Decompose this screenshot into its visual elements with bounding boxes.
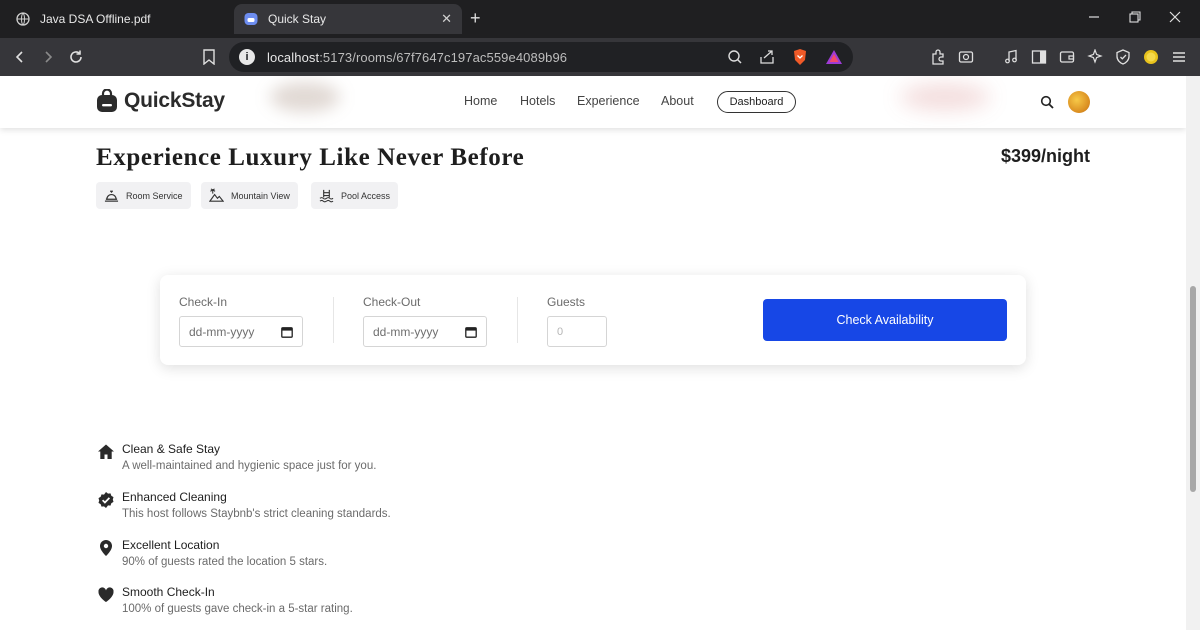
checkin-date-input[interactable]: dd-mm-yyyy xyxy=(179,316,303,347)
tab-title: Quick Stay xyxy=(268,12,327,26)
browser-tab-quickstay[interactable]: Quick Stay ✕ xyxy=(234,4,462,34)
media-icon[interactable] xyxy=(1001,47,1021,67)
feature-title: Enhanced Cleaning xyxy=(122,490,227,504)
field-divider xyxy=(333,297,334,343)
feature-description: This host follows Staybnb's strict clean… xyxy=(122,508,391,520)
location-pin-icon xyxy=(100,540,112,556)
nav-link-experience[interactable]: Experience xyxy=(577,94,640,108)
address-bar[interactable]: i localhost:5173/rooms/67f7647c197ac559e… xyxy=(229,42,853,72)
nav-link-home[interactable]: Home xyxy=(464,94,497,108)
brave-shields-icon[interactable] xyxy=(792,48,808,71)
reload-icon[interactable] xyxy=(66,47,86,67)
nav-link-about[interactable]: About xyxy=(661,94,694,108)
feature-title: Smooth Check-In xyxy=(122,585,215,599)
logo-text: QuickStay xyxy=(124,89,225,112)
room-service-bell-icon xyxy=(104,190,119,202)
extensions-icon[interactable] xyxy=(928,47,948,67)
new-tab-button[interactable]: + xyxy=(470,8,481,28)
feature-description: 90% of guests rated the location 5 stars… xyxy=(122,556,328,568)
calendar-icon[interactable] xyxy=(465,326,477,338)
minimize-icon[interactable] xyxy=(1088,9,1100,27)
feature-description: 100% of guests gave check-in a 5-star ra… xyxy=(122,603,353,615)
check-availability-button[interactable]: Check Availability xyxy=(763,299,1007,341)
zoom-icon[interactable] xyxy=(727,49,743,70)
calendar-icon[interactable] xyxy=(281,326,293,338)
rewards-token-icon[interactable] xyxy=(1141,47,1161,67)
ai-sparkle-icon[interactable] xyxy=(1085,47,1105,67)
guests-input[interactable]: 0 xyxy=(547,316,607,347)
site-favicon-icon xyxy=(244,12,258,26)
browser-tab-strip: Java DSA Offline.pdf Quick Stay ✕ + xyxy=(0,0,1200,38)
bookmark-icon[interactable] xyxy=(199,47,219,67)
field-divider xyxy=(517,297,518,343)
heart-icon xyxy=(98,587,114,602)
pool-ladder-icon xyxy=(319,189,334,203)
home-icon xyxy=(98,444,114,459)
wallet-icon[interactable] xyxy=(1057,47,1077,67)
amenity-mountain-view: Mountain View xyxy=(201,182,298,209)
tab-title: Java DSA Offline.pdf xyxy=(40,12,151,26)
guests-label: Guests xyxy=(547,295,586,309)
url-host: localhost xyxy=(267,49,320,65)
amenity-room-service: Room Service xyxy=(96,182,191,209)
checkin-placeholder: dd-mm-yyyy xyxy=(189,324,255,339)
brave-rewards-icon[interactable] xyxy=(825,49,843,70)
scrollbar-thumb[interactable] xyxy=(1190,286,1196,492)
back-icon[interactable] xyxy=(10,47,30,67)
site-logo[interactable]: QuickStay xyxy=(96,89,225,113)
share-icon[interactable] xyxy=(759,49,775,70)
checkout-label: Check-Out xyxy=(363,295,421,309)
amenity-label: Mountain View xyxy=(231,190,290,201)
menu-icon[interactable] xyxy=(1169,47,1189,67)
amenity-label: Room Service xyxy=(126,190,183,201)
search-icon[interactable] xyxy=(1040,95,1054,114)
logo-icon xyxy=(97,89,117,112)
close-tab-icon[interactable]: ✕ xyxy=(441,11,452,27)
badge-check-icon xyxy=(98,492,114,508)
site-navbar: QuickStay Home Hotels Experience About D… xyxy=(0,76,1186,128)
guests-placeholder: 0 xyxy=(557,325,564,338)
site-info-icon[interactable]: i xyxy=(239,49,255,65)
feature-title: Clean & Safe Stay xyxy=(122,442,221,456)
amenity-pool-access: Pool Access xyxy=(311,182,399,209)
nav-link-hotels[interactable]: Hotels xyxy=(520,94,555,108)
forward-icon[interactable] xyxy=(38,47,58,67)
amenity-label: Pool Access xyxy=(341,190,391,201)
page-scrollbar[interactable] xyxy=(1186,76,1200,630)
browser-tab-pdf[interactable]: Java DSA Offline.pdf xyxy=(6,4,228,34)
page-viewport: QuickStay Home Hotels Experience About D… xyxy=(0,76,1186,630)
booking-form: Check-In dd-mm-yyyy Check-Out dd-mm-yyyy… xyxy=(160,275,1026,365)
dashboard-button[interactable]: Dashboard xyxy=(717,91,796,113)
background-blur xyxy=(900,84,990,110)
url-text: localhost:5173/rooms/67f7647c197ac559e40… xyxy=(267,50,567,65)
feature-title: Excellent Location xyxy=(122,538,220,552)
url-path: :5173/rooms/67f7647c197ac559e4089b96 xyxy=(319,49,568,65)
sidebar-icon[interactable] xyxy=(1029,47,1049,67)
checkout-date-input[interactable]: dd-mm-yyyy xyxy=(363,316,487,347)
feature-description: A well-maintained and hygienic space jus… xyxy=(122,460,377,472)
globe-icon xyxy=(16,12,30,26)
checkout-placeholder: dd-mm-yyyy xyxy=(373,324,439,339)
vpn-shield-icon[interactable] xyxy=(1113,47,1133,67)
room-price: $399/night xyxy=(1000,146,1090,166)
mountain-palm-icon xyxy=(209,188,224,202)
user-avatar[interactable] xyxy=(1068,91,1090,113)
checkin-label: Check-In xyxy=(179,295,228,309)
screenshot-icon[interactable] xyxy=(956,47,976,67)
restore-icon[interactable] xyxy=(1129,9,1141,27)
close-window-icon[interactable] xyxy=(1169,9,1181,27)
background-blur xyxy=(270,82,340,112)
room-title: Experience Luxury Like Never Before xyxy=(96,144,525,171)
